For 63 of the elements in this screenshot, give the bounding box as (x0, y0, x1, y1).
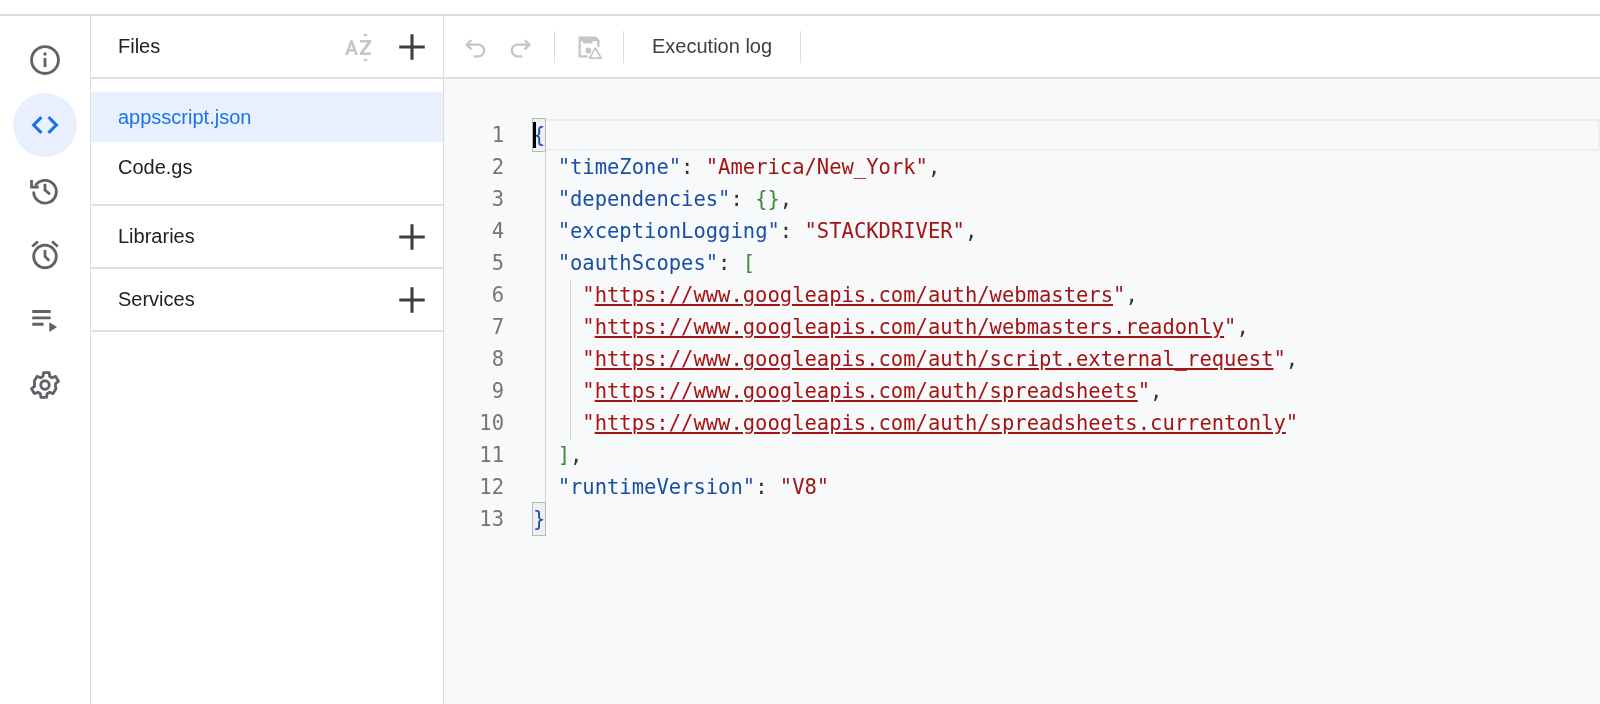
text-cursor (533, 122, 536, 148)
line-number: 12 (478, 474, 504, 501)
section-title: Services (118, 288, 196, 311)
string-literal: " (582, 282, 595, 309)
line-number: 3 (490, 186, 504, 213)
url-link[interactable]: https://www.googleapis.com/auth/webmasters.readonly (594, 311, 1225, 343)
string-literal: " (1224, 314, 1237, 341)
line-number: 13 (478, 506, 504, 533)
line-number: 10 (478, 410, 504, 437)
string-literal: "America/New_York" (705, 154, 928, 181)
json-key: "dependencies" (557, 183, 731, 215)
line-number: 6 (490, 282, 504, 309)
execution-log-button[interactable]: Execution log (640, 27, 785, 66)
line-number: 2 (490, 154, 504, 181)
string-literal: " (1285, 410, 1299, 437)
punctuation: , (1150, 378, 1163, 405)
section-title: Libraries (118, 225, 196, 248)
string-literal: " (582, 314, 595, 341)
panel-title: Files (118, 35, 162, 58)
string-literal: " (582, 378, 595, 405)
bracket: ] (557, 442, 570, 469)
json-key: "exceptionLogging" (557, 215, 780, 247)
punctuation: : (755, 474, 769, 501)
string-literal: " (582, 410, 595, 437)
bracket: [ (742, 250, 756, 277)
string-literal: "STACKDRIVER" (804, 218, 965, 245)
string-literal: " (1273, 346, 1286, 373)
url-link[interactable]: https://www.googleapis.com/auth/script.external_request (594, 343, 1274, 375)
punctuation: : (730, 186, 744, 213)
url-link[interactable]: https://www.googleapis.com/auth/spreadsheets.currentonly (594, 407, 1286, 439)
line-number: 11 (478, 442, 504, 469)
url-link[interactable]: https://www.googleapis.com/auth/webmasters (594, 279, 1114, 311)
bracket: {} (755, 186, 780, 213)
punctuation: , (964, 218, 978, 245)
json-key: "timeZone" (557, 151, 682, 183)
brace: } (533, 503, 546, 535)
string-literal: " (1137, 378, 1151, 405)
alarm-clock-icon (28, 238, 62, 272)
string-literal: "V8" (779, 474, 830, 501)
file-item[interactable]: Code.gs (91, 142, 443, 192)
punctuation: , (1236, 314, 1249, 341)
line-number: 4 (490, 218, 504, 245)
line-number: 9 (490, 378, 504, 405)
settings-icon (28, 368, 62, 402)
punctuation: : (779, 218, 794, 245)
file-item[interactable]: appsscript.json (91, 92, 443, 142)
json-key: "oauthScopes" (557, 247, 719, 279)
line-number: 7 (490, 314, 504, 341)
line-number: 5 (490, 250, 504, 277)
punctuation: , (1125, 282, 1138, 309)
string-literal: " (1113, 282, 1126, 309)
url-link[interactable]: https://www.googleapis.com/auth/spreadsheets (594, 375, 1138, 407)
punctuation: : (718, 250, 732, 277)
punctuation: : (681, 154, 695, 181)
punctuation: , (1285, 346, 1299, 373)
json-key: "runtimeVersion" (557, 471, 756, 503)
info-icon (28, 43, 62, 77)
line-number: 1 (490, 122, 504, 149)
punctuation: , (927, 154, 941, 181)
punctuation: , (779, 186, 793, 213)
string-literal: " (582, 346, 595, 373)
punctuation: , (570, 442, 583, 469)
line-number: 8 (490, 346, 504, 373)
